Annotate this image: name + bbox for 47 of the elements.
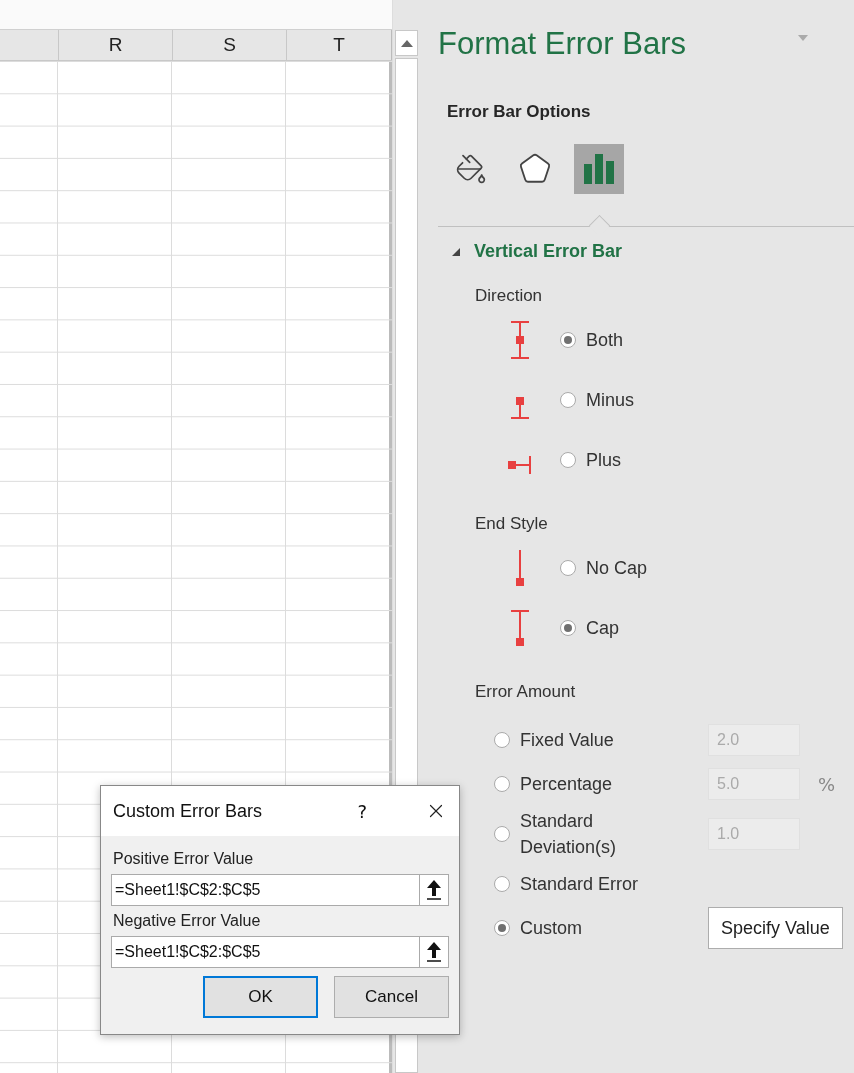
radio-button[interactable] — [560, 452, 576, 468]
scroll-up-button[interactable] — [395, 30, 418, 56]
dialog-button[interactable]: OK — [203, 976, 318, 1018]
unit-label: % — [818, 773, 836, 795]
field-label: Positive Error Value — [113, 850, 255, 868]
specify-value-button[interactable]: Specify Value — [708, 907, 843, 949]
bar-chart-icon — [583, 153, 615, 185]
up-triangle-icon — [400, 39, 413, 47]
dialog-button[interactable]: Cancel — [334, 976, 449, 1018]
panel-title: Format Error Bars — [438, 25, 687, 62]
column-header[interactable]: R — [59, 30, 173, 60]
paint-bucket-icon — [455, 153, 487, 185]
collapse-dialog-button[interactable] — [419, 874, 449, 906]
up-arrow-icon — [426, 942, 442, 962]
minus-error-bar-icon — [509, 397, 531, 419]
radio-button[interactable] — [560, 392, 576, 408]
plus-error-bar-icon — [508, 456, 532, 474]
option-label[interactable]: Plus — [586, 449, 621, 471]
option-label[interactable]: Custom — [520, 914, 582, 942]
help-button[interactable]: ? — [357, 800, 367, 822]
field-label: Negative Error Value — [113, 912, 262, 930]
up-arrow-icon — [426, 880, 442, 900]
option-label[interactable]: Minus — [586, 389, 634, 411]
collapse-triangle-icon[interactable] — [452, 247, 460, 256]
radio-button[interactable] — [494, 876, 510, 892]
cap-error-bar-icon — [509, 610, 531, 646]
group-label: Error Amount — [475, 682, 577, 702]
radio-button[interactable] — [560, 332, 576, 348]
group-label: End Style — [475, 514, 549, 534]
option-label[interactable]: Both — [586, 329, 624, 351]
group-label: Direction — [475, 286, 544, 306]
section-title[interactable]: Vertical Error Bar — [474, 241, 623, 262]
dialog-title: Custom Error Bars — [113, 800, 264, 822]
option-label[interactable]: No Cap — [586, 557, 648, 579]
column-header[interactable]: S — [173, 30, 287, 60]
collapse-dialog-button[interactable] — [419, 936, 449, 968]
no-cap-error-bar-icon — [515, 550, 525, 586]
range-field[interactable]: =Sheet1!$C$2:$C$5 — [111, 874, 419, 906]
pentagon-icon — [518, 152, 552, 186]
radio-button[interactable] — [560, 560, 576, 576]
options-heading: Error Bar Options — [447, 102, 592, 122]
range-field[interactable]: =Sheet1!$C$2:$C$5 — [111, 936, 419, 968]
radio-button[interactable] — [494, 920, 510, 936]
option-label[interactable]: Standard Error — [520, 870, 639, 898]
radio-button[interactable] — [560, 620, 576, 636]
option-label[interactable]: Cap — [586, 617, 620, 639]
both-error-bar-icon — [509, 321, 531, 359]
